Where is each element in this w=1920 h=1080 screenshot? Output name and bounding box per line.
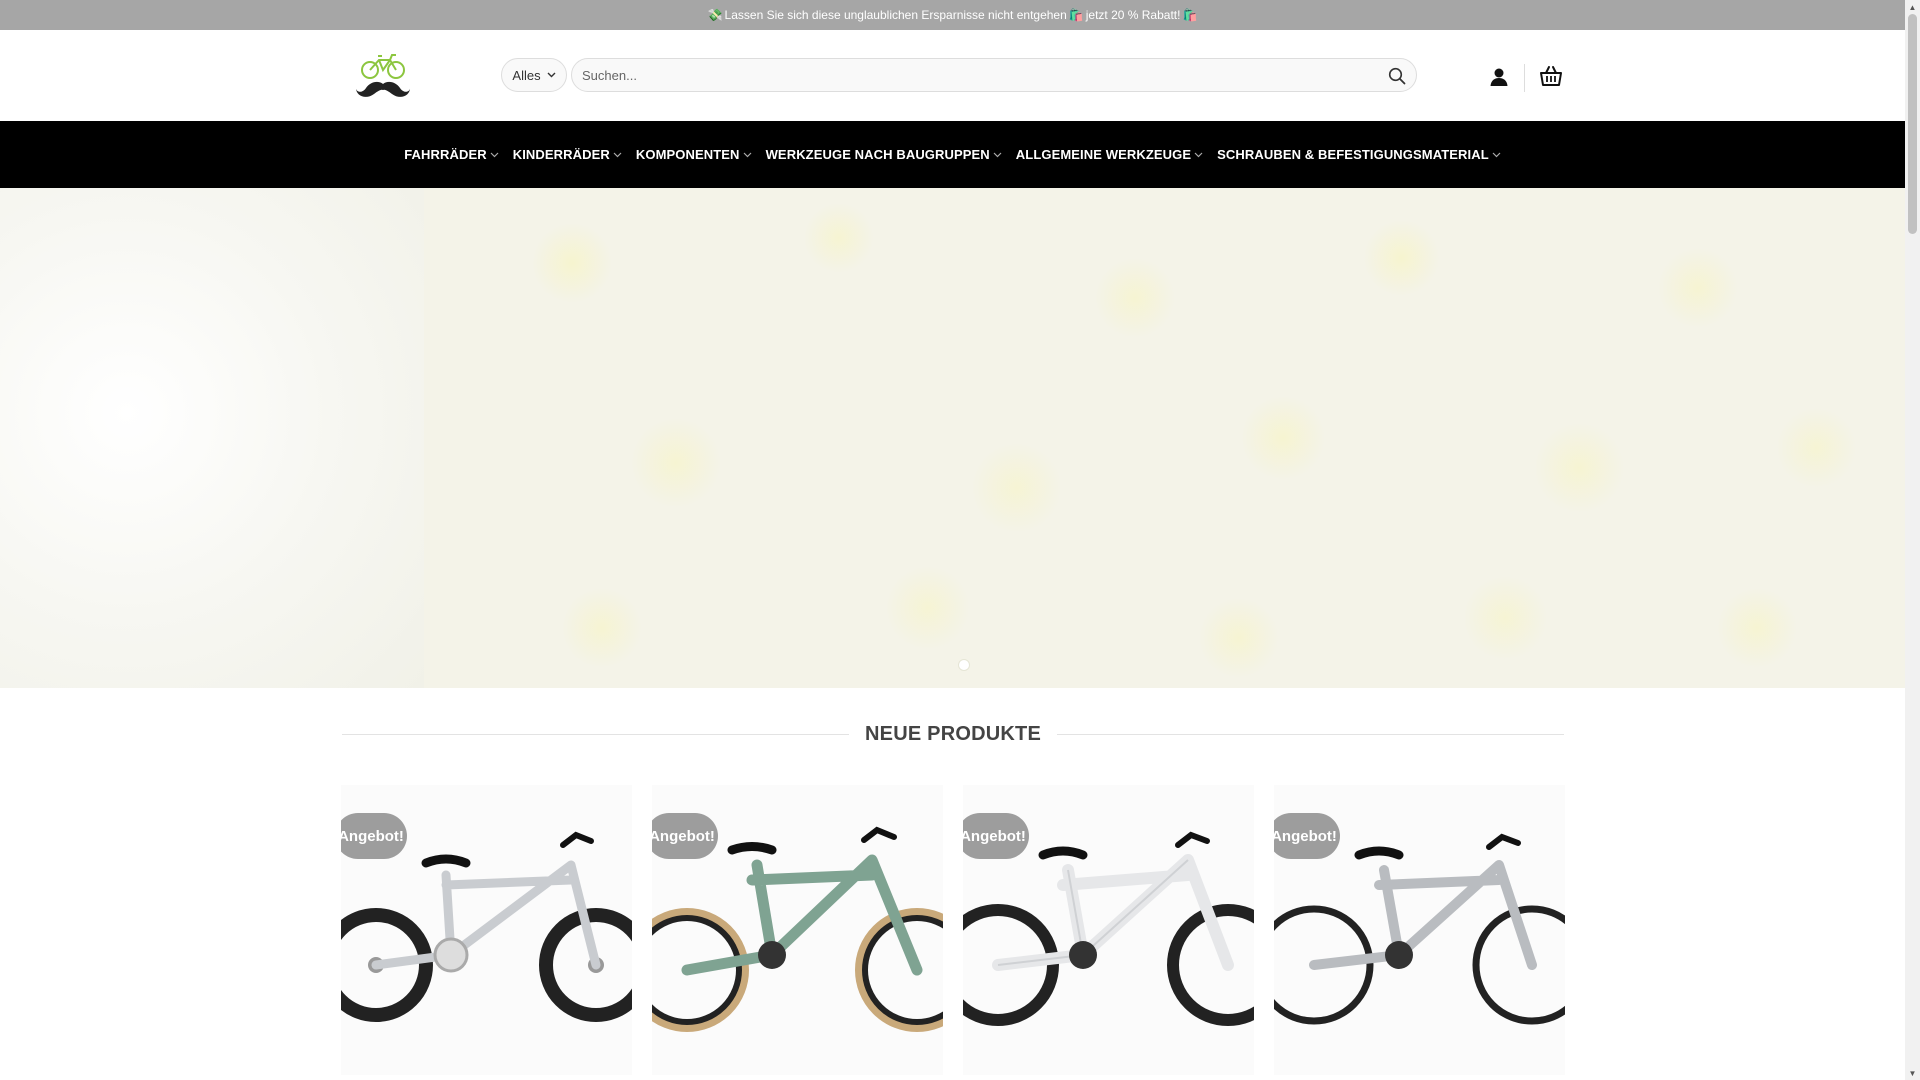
chevron-down-icon bbox=[547, 70, 556, 81]
announcement-text-1: Lassen Sie sich diese unglaublichen Ersp… bbox=[724, 8, 1067, 22]
announcement-text-2: jetzt 20 % Rabatt! bbox=[1085, 8, 1181, 22]
section-header: NEUE PRODUKTE bbox=[342, 722, 1565, 746]
hero-side-panel bbox=[0, 188, 424, 688]
product-card[interactable]: Angebot! bbox=[963, 785, 1254, 1075]
category-select[interactable]: Alles bbox=[501, 58, 567, 92]
scroll-down-arrow-icon[interactable]: ▼ bbox=[1905, 1066, 1920, 1080]
page: 💸 Lassen Sie sich diese unglaublichen Er… bbox=[0, 0, 1920, 1080]
page-scrollbar[interactable]: ▲ ▼ bbox=[1905, 0, 1920, 1080]
search-form: Alles bbox=[501, 58, 1417, 92]
nav-item-werkzeuge-nach-baugruppen[interactable]: WERKZEUGE NACH BAUGRUPPEN bbox=[766, 147, 1002, 162]
nav-item-label: SCHRAUBEN & BEFESTIGUNGSMATERIAL bbox=[1217, 147, 1489, 162]
announcement-bar: 💸 Lassen Sie sich diese unglaublichen Er… bbox=[0, 0, 1905, 30]
sale-badge: Angebot! bbox=[963, 813, 1029, 859]
chevron-down-icon bbox=[1492, 150, 1501, 160]
nav-item-label: WERKZEUGE NACH BAUGRUPPEN bbox=[765, 147, 990, 162]
nav-item-allgemeine-werkzeuge[interactable]: ALLGEMEINE WERKZEUGE bbox=[1016, 147, 1203, 162]
nav-item-komponenten[interactable]: KOMPONENTEN bbox=[636, 147, 752, 162]
money-emoji-icon: 💸 bbox=[707, 8, 723, 22]
bicycle-mustache-logo-icon bbox=[356, 54, 410, 97]
scroll-up-arrow-icon[interactable]: ▲ bbox=[1905, 0, 1920, 14]
nav-item-label: KOMPONENTEN bbox=[635, 147, 740, 162]
header-divider bbox=[1524, 64, 1525, 92]
chevron-down-icon bbox=[490, 150, 499, 160]
scrollbar-thumb[interactable] bbox=[1908, 14, 1917, 234]
nav-item-fahrraeder[interactable]: FAHRRÄDER bbox=[404, 147, 499, 162]
chevron-down-icon bbox=[613, 150, 622, 160]
search-field bbox=[571, 58, 1417, 92]
nav-item-label: ALLGEMEINE WERKZEUGE bbox=[1015, 147, 1192, 162]
hero-slider[interactable] bbox=[0, 188, 1905, 688]
chevron-down-icon bbox=[743, 150, 752, 160]
nav-item-kinderraeder[interactable]: KINDERRÄDER bbox=[513, 147, 622, 162]
hero-banner-image bbox=[424, 188, 1905, 688]
main-navigation: FAHRRÄDER KINDERRÄDER KOMPONENTEN WERKZE… bbox=[0, 121, 1905, 188]
product-card[interactable]: Angebot! bbox=[341, 785, 632, 1075]
category-select-value: Alles bbox=[512, 67, 541, 83]
product-card[interactable]: Angebot! bbox=[1274, 785, 1565, 1075]
shopping-bags-emoji-icon: 🛍️ bbox=[1068, 8, 1084, 22]
search-input[interactable] bbox=[572, 59, 1416, 91]
nav-item-schrauben-befestigungsmaterial[interactable]: SCHRAUBEN & BEFESTIGUNGSMATERIAL bbox=[1217, 147, 1501, 162]
product-row: Angebot! Angebot! Angebot! Angebot! bbox=[341, 785, 1565, 1080]
divider-line-right bbox=[1056, 733, 1565, 735]
sale-badge: Angebot! bbox=[1274, 813, 1340, 859]
chevron-down-icon bbox=[993, 150, 1002, 160]
nav-item-label: KINDERRÄDER bbox=[512, 147, 610, 162]
nav-item-label: FAHRRÄDER bbox=[404, 147, 487, 162]
sale-badge: Angebot! bbox=[341, 813, 407, 859]
basket-icon[interactable] bbox=[1539, 65, 1563, 87]
chevron-down-icon bbox=[1194, 150, 1203, 160]
shopping-bags-emoji-icon-end: 🛍️ bbox=[1182, 8, 1198, 22]
sale-badge: Angebot! bbox=[652, 813, 718, 859]
user-icon[interactable] bbox=[1489, 67, 1509, 87]
section-title: NEUE PRODUKTE bbox=[865, 722, 1041, 745]
product-card[interactable]: Angebot! bbox=[652, 785, 943, 1075]
search-icon[interactable] bbox=[1388, 67, 1406, 85]
site-logo[interactable] bbox=[354, 50, 412, 102]
divider-line-left bbox=[342, 733, 850, 735]
slider-dot-active[interactable] bbox=[958, 659, 970, 671]
site-header: Alles bbox=[0, 30, 1905, 121]
